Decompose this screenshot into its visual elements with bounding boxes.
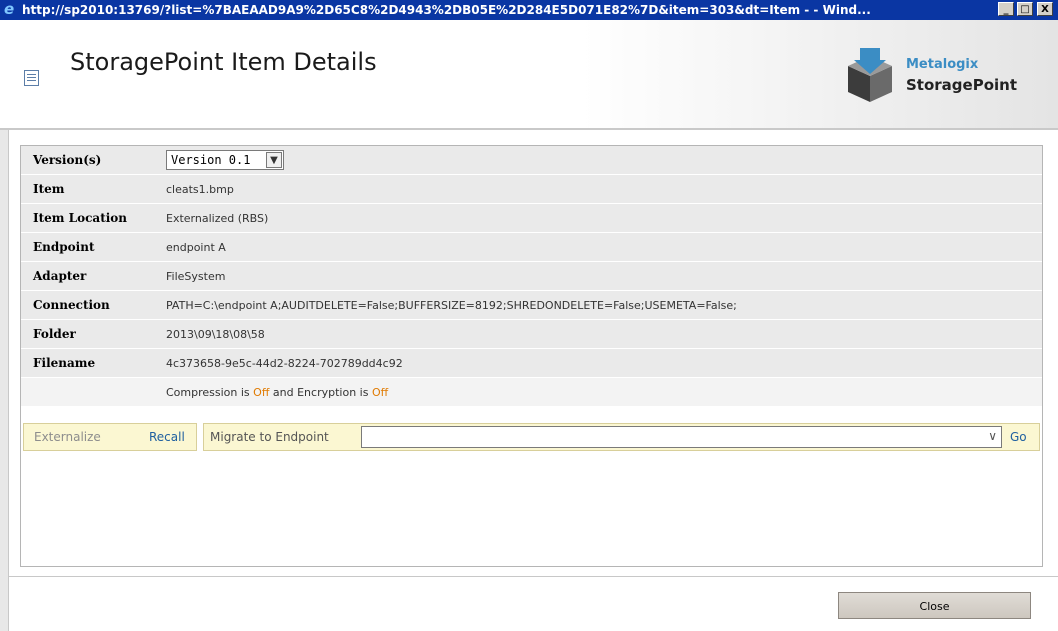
details-row: Connection PATH=C:\endpoint A;AUDITDELET… xyxy=(21,290,1042,320)
recall-link[interactable]: Recall xyxy=(149,430,185,444)
details-row: Item Location Externalized (RBS) xyxy=(21,203,1042,233)
logo-brand: Metalogix xyxy=(906,57,979,72)
close-window-button[interactable]: X xyxy=(1037,2,1053,16)
internet-explorer-icon: e xyxy=(4,0,15,18)
maximize-button[interactable]: □ xyxy=(1017,2,1033,16)
left-frame-border xyxy=(0,130,9,631)
compression-status-value: Off xyxy=(253,385,270,399)
item-value: cleats1.bmp xyxy=(154,174,1042,204)
details-row: Endpoint endpoint A xyxy=(21,232,1042,262)
compression-prefix: Compression is xyxy=(166,385,254,399)
details-page-icon xyxy=(24,70,39,86)
footer-divider xyxy=(9,576,1058,577)
connection-value: PATH=C:\endpoint A;AUDITDELETE=False;BUF… xyxy=(154,290,1042,320)
minimize-button[interactable]: _ xyxy=(998,2,1014,16)
chevron-down-icon[interactable]: ▼ xyxy=(266,152,282,168)
details-row-version: Version(s) Version 0.1 ▼ xyxy=(21,146,1042,175)
folder-label: Folder xyxy=(21,319,154,349)
window-title: http://sp2010:13769/?list=%7BAEAAD9A9%2D… xyxy=(22,3,871,17)
action-bar: Externalize Recall Migrate to Endpoint ∨… xyxy=(21,421,1040,454)
item-label: Item xyxy=(21,174,154,204)
externalize-link[interactable]: Externalize xyxy=(34,430,101,444)
endpoint-select[interactable]: ∨ xyxy=(361,426,1002,448)
version-select-value: Version 0.1 xyxy=(171,153,251,167)
version-label: Version(s) xyxy=(21,146,154,175)
item-location-label: Item Location xyxy=(21,203,154,233)
status-label-cell xyxy=(21,377,154,407)
migrate-box: Migrate to Endpoint ∨ Go xyxy=(203,423,1040,451)
go-link[interactable]: Go xyxy=(1010,430,1027,444)
encryption-status-value: Off xyxy=(371,385,389,399)
details-row: Filename 4c373658-9e5c-44d2-8224-702789d… xyxy=(21,348,1042,378)
item-details-table: Version(s) Version 0.1 ▼ Item cleats1.bm… xyxy=(21,146,1042,407)
window-titlebar: e http://sp2010:13769/?list=%7BAEAAD9A9%… xyxy=(0,0,1058,20)
migrate-to-endpoint-label: Migrate to Endpoint xyxy=(210,430,329,444)
connection-label: Connection xyxy=(21,290,154,320)
details-row: Item cleats1.bmp xyxy=(21,174,1042,204)
close-button[interactable]: Close xyxy=(838,592,1031,619)
folder-value: 2013\09\18\08\58 xyxy=(154,319,1042,349)
details-row: Adapter FileSystem xyxy=(21,261,1042,291)
item-details-panel: Version(s) Version 0.1 ▼ Item cleats1.bm… xyxy=(20,145,1043,567)
endpoint-label: Endpoint xyxy=(21,232,154,262)
logo-product: StoragePoint xyxy=(906,76,1017,94)
item-location-value: Externalized (RBS) xyxy=(154,203,1042,233)
externalize-recall-box: Externalize Recall xyxy=(23,423,197,451)
filename-value: 4c373658-9e5c-44d2-8224-702789dd4c92 xyxy=(154,348,1042,378)
filename-label: Filename xyxy=(21,348,154,378)
adapter-value: FileSystem xyxy=(154,261,1042,291)
details-row-status: Compression is Off and Encryption is Off xyxy=(21,377,1042,407)
version-select[interactable]: Version 0.1 ▼ xyxy=(166,150,284,170)
encryption-prefix: and Encryption is xyxy=(269,385,372,399)
page-title: StoragePoint Item Details xyxy=(70,48,377,76)
adapter-label: Adapter xyxy=(21,261,154,291)
compression-encryption-status: Compression is Off and Encryption is Off xyxy=(154,377,1042,407)
page-header: StoragePoint Item Details Metalogix Stor… xyxy=(0,20,1058,130)
details-row: Folder 2013\09\18\08\58 xyxy=(21,319,1042,349)
chevron-down-icon[interactable]: ∨ xyxy=(988,429,997,443)
endpoint-value: endpoint A xyxy=(154,232,1042,262)
storagepoint-logo-icon xyxy=(848,48,892,102)
